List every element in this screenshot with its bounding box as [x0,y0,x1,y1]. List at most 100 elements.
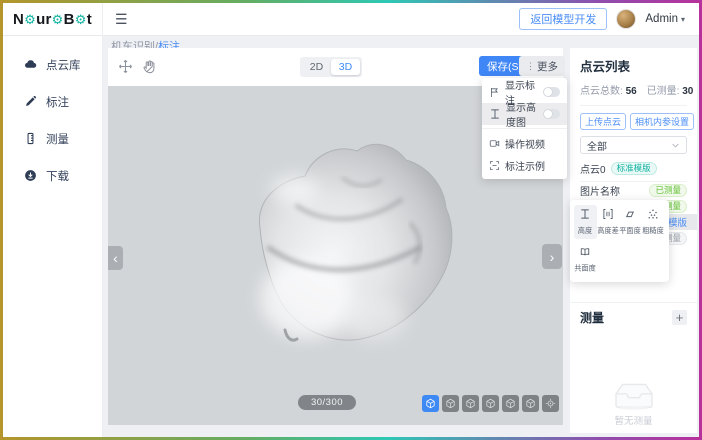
view-front-button[interactable] [442,395,459,412]
flatness-icon [624,208,636,223]
top-bar: N⚙ur⚙B⚙t ☰ 返回模型开发 Admin ▾ [3,3,699,36]
coplanarity-icon [579,246,591,261]
stat-item: 点云总数: 56 [580,82,637,97]
view-mode-2d[interactable]: 2D [302,59,331,75]
roughness-icon [647,208,659,223]
filter-select[interactable]: 全部 [580,136,687,154]
neurobot-app: N⚙ur⚙B⚙t ☰ 返回模型开发 Admin ▾ 点云库标注测量下载 机车识别… [3,3,699,437]
sidebar-item-label: 下载 [46,168,69,184]
tool-label: 高度差 [597,226,619,236]
tool-height-diff[interactable]: 高度差 [597,205,620,239]
workspace: 机车识别/标注 2D3D 保存(S) ⋮更多 [103,36,699,437]
filter-value: 全部 [587,138,607,153]
view-mode-toggle: 2D3D [300,57,362,77]
list-item[interactable]: 图片名称 已测量 [580,182,687,198]
cloud-icon [24,58,37,71]
download-icon [24,169,37,182]
chevron-down-icon [671,141,680,150]
panel-stats: 点云总数: 56已测量: 30 [580,82,687,97]
plus-icon: + [676,310,684,325]
brand-logo: N⚙ur⚙B⚙t [13,11,92,28]
sidebar-item-label: 测量 [46,131,69,147]
template-row[interactable]: 点云0 标准模版 [580,161,687,176]
view-mode-3d[interactable]: 3D [331,59,360,75]
status-badge: 已测量 [649,184,687,197]
menu-item-label: 操作视频 [505,136,545,151]
empty-box-icon [611,374,657,410]
flag-icon [489,87,500,98]
menu-item-annotation-example[interactable]: 标注示例 [482,154,567,176]
panel-title: 点云列表 [580,56,687,75]
menu-item-label: 显示高度图 [506,99,538,129]
pen-icon [24,95,37,108]
tool-roughness[interactable]: 粗糙度 [642,205,665,239]
pointcloud-panel: 点云列表 点云总数: 56已测量: 30 上传点云相机内参设置 全部 点云0 标… [570,48,697,433]
back-to-model-dev-button[interactable]: 返回模型开发 [519,8,607,30]
divider [580,105,687,106]
move-icon[interactable] [118,59,133,74]
tool-flatness[interactable]: 平面度 [619,205,642,239]
view-back-button[interactable] [462,395,479,412]
image-pager: 30/300 [298,395,356,410]
menu-item-operation-video[interactable]: 操作视频 [482,132,567,154]
sidebar-item-annotate[interactable]: 标注 [3,83,102,120]
decorative-gradient-frame: N⚙ur⚙B⚙t ☰ 返回模型开发 Admin ▾ 点云库标注测量下载 机车识别… [0,0,702,440]
ruler-icon [24,132,37,145]
tool-label: 共面度 [574,264,596,274]
view-top-button[interactable] [522,395,539,412]
more-button[interactable]: ⋮更多 [519,56,565,76]
sidebar-item-measure[interactable]: 测量 [3,120,102,157]
tool-label: 高度 [578,226,592,236]
more-dots-icon: ⋮ [526,61,535,72]
template-tag: 标准模版 [611,162,657,175]
tool-label: 平面度 [619,226,641,236]
video-icon [489,138,500,149]
sidebar-nav: 点云库标注测量下载 [3,36,103,437]
logo-box: N⚙ur⚙B⚙t [3,3,103,36]
empty-text: 暂无测量 [614,413,652,427]
menu-item-show-height-map[interactable]: 显示高度图 [482,103,567,125]
reset-view-button[interactable] [542,395,559,412]
sidebar-collapse-icon[interactable]: ☰ [115,11,128,28]
user-name: Admin [645,13,678,25]
menu-item-label: 标注示例 [505,158,545,173]
stat-item: 已测量: 30 [647,82,694,97]
sidebar-item-pointcloud-library[interactable]: 点云库 [3,46,102,83]
toggle-show-annotations-off[interactable] [543,87,560,97]
height-diff-icon [602,208,614,223]
toggle-show-height-map-off[interactable] [543,109,560,119]
list-item-name: 图片名称 [580,183,620,198]
user-menu[interactable]: Admin ▾ [645,13,685,25]
text-height-icon [579,208,591,223]
view-right-button[interactable] [502,395,519,412]
hand-icon[interactable] [142,59,157,74]
frame-icon [489,160,500,171]
template-name: 点云0 [580,161,606,176]
top-bar-right: 返回模型开发 Admin ▾ [519,8,699,30]
camera-intrinsics-button[interactable]: 相机内参设置 [630,113,694,130]
view-default-button[interactable] [422,395,439,412]
tool-label: 粗糙度 [642,226,664,236]
view-left-button[interactable] [482,395,499,412]
sidebar-item-download[interactable]: 下载 [3,157,102,194]
sidebar-item-label: 点云库 [46,57,81,73]
measure-title: 测量 [580,309,604,326]
tool-coplanarity[interactable]: 共面度 [574,243,597,277]
sidebar-item-label: 标注 [46,94,69,110]
view-cube-bar [422,395,559,412]
tool-height[interactable]: 高度 [574,205,597,239]
upload-pointcloud-button[interactable]: 上传点云 [580,113,626,130]
measure-section-header: 测量 + [580,309,687,326]
text-height-icon [489,108,501,120]
panel-actions: 上传点云相机内参设置 [580,113,687,130]
next-image-button[interactable]: › [542,244,562,269]
more-dropdown-menu: 显示标注显示高度图操作视频标注示例 [482,78,567,179]
divider [570,302,697,303]
empty-state: 暂无测量 [570,374,697,427]
add-measurement-button[interactable]: + [672,310,687,325]
chevron-down-icon: ▾ [681,15,685,24]
avatar[interactable] [616,9,636,29]
measure-tool-panel: 高度高度差平面度粗糙度共面度 [570,200,669,282]
tooth-3d-model[interactable] [223,126,467,370]
prev-image-button[interactable]: ‹ [108,246,123,270]
